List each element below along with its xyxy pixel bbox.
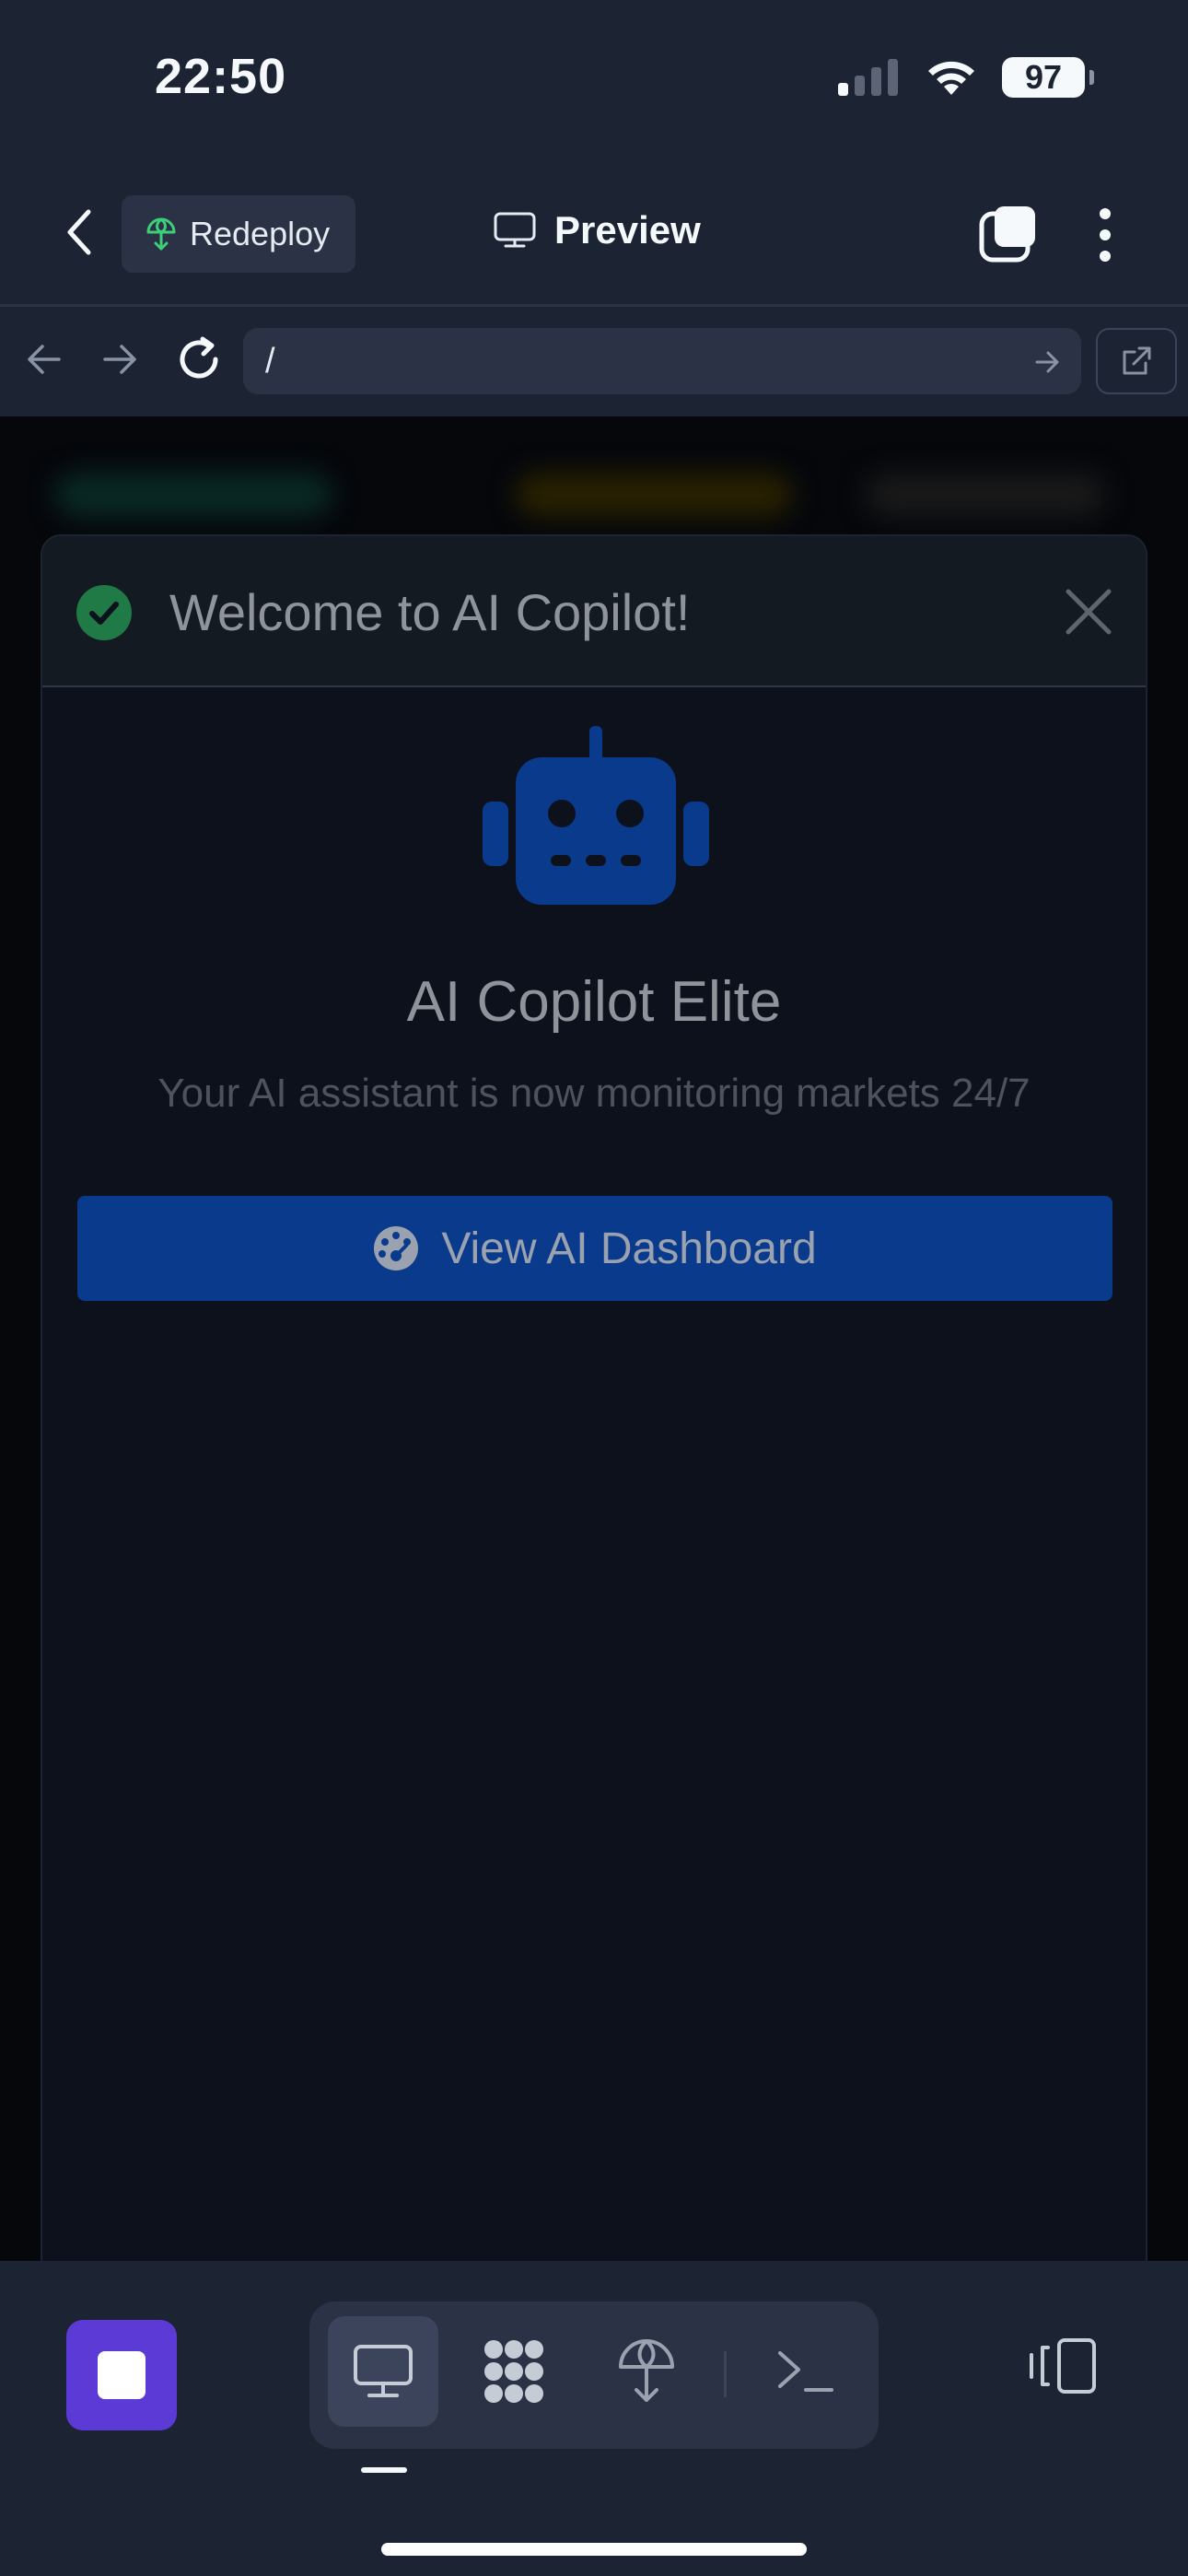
tool-deploy-button[interactable] xyxy=(591,2316,702,2427)
redeploy-button[interactable]: Redeploy xyxy=(122,195,356,273)
terminal-icon xyxy=(778,2351,833,2392)
background-blur-amber xyxy=(516,474,792,516)
url-value: / xyxy=(265,341,275,381)
battery-level: 97 xyxy=(1024,58,1063,96)
tool-workspace-button[interactable] xyxy=(459,2316,569,2427)
tool-preview-button[interactable] xyxy=(328,2316,438,2427)
modal-subtitle: Your AI assistant is now monitoring mark… xyxy=(157,1071,1031,1116)
wifi-icon xyxy=(928,61,974,95)
nav-back-icon[interactable] xyxy=(24,339,64,380)
url-input[interactable]: / xyxy=(243,328,1081,394)
gauge-icon xyxy=(374,1226,419,1270)
modal-heading: AI Copilot Elite xyxy=(406,970,782,1034)
deploy-icon xyxy=(619,2339,674,2402)
bottom-toolbar xyxy=(0,2261,1188,2576)
preview-viewport[interactable]: Welcome to AI Copilot! AI Copilot Elite … xyxy=(0,416,1188,2261)
check-circle-icon xyxy=(76,585,132,640)
active-tool-indicator xyxy=(361,2467,407,2473)
modal-header: Welcome to AI Copilot! xyxy=(42,536,1146,687)
preview-title: Preview xyxy=(494,208,701,252)
more-options-icon[interactable] xyxy=(1087,205,1124,265)
tabs-icon[interactable] xyxy=(978,203,1039,263)
battery-indicator: 97 xyxy=(1002,57,1094,98)
tool-terminal-button[interactable] xyxy=(750,2316,860,2427)
tool-switcher xyxy=(309,2301,879,2449)
welcome-modal: Welcome to AI Copilot! AI Copilot Elite … xyxy=(41,534,1147,2261)
reload-icon[interactable] xyxy=(175,335,223,383)
background-blur-gray xyxy=(866,474,1105,516)
back-chevron-icon[interactable] xyxy=(55,205,101,260)
robot-icon xyxy=(483,726,709,905)
go-arrow-icon[interactable] xyxy=(1033,348,1061,376)
stop-icon xyxy=(98,2351,146,2399)
stop-button[interactable] xyxy=(66,2320,177,2430)
view-dashboard-label: View AI Dashboard xyxy=(441,1224,817,1273)
close-icon[interactable] xyxy=(1061,584,1116,639)
header-divider xyxy=(0,304,1188,307)
tool-separator xyxy=(724,2351,727,2397)
preview-label: Preview xyxy=(554,208,701,252)
cellular-signal-icon xyxy=(838,59,898,96)
background-blur-blue xyxy=(55,474,332,516)
status-icons: 97 xyxy=(836,57,1094,98)
redeploy-label: Redeploy xyxy=(190,215,331,252)
nav-forward-icon[interactable] xyxy=(99,339,140,380)
status-time: 22:50 xyxy=(155,49,287,104)
external-link-icon xyxy=(1123,346,1151,375)
monitor-icon xyxy=(354,2345,413,2397)
workspace-grid-icon xyxy=(484,2340,543,2403)
open-external-button[interactable] xyxy=(1096,328,1177,394)
deploy-icon xyxy=(146,217,176,251)
monitor-icon xyxy=(494,212,536,248)
view-dashboard-button[interactable]: View AI Dashboard xyxy=(77,1196,1112,1301)
modal-title: Welcome to AI Copilot! xyxy=(169,583,691,641)
home-indicator[interactable] xyxy=(381,2543,807,2556)
panels-icon[interactable] xyxy=(1028,2336,1098,2395)
